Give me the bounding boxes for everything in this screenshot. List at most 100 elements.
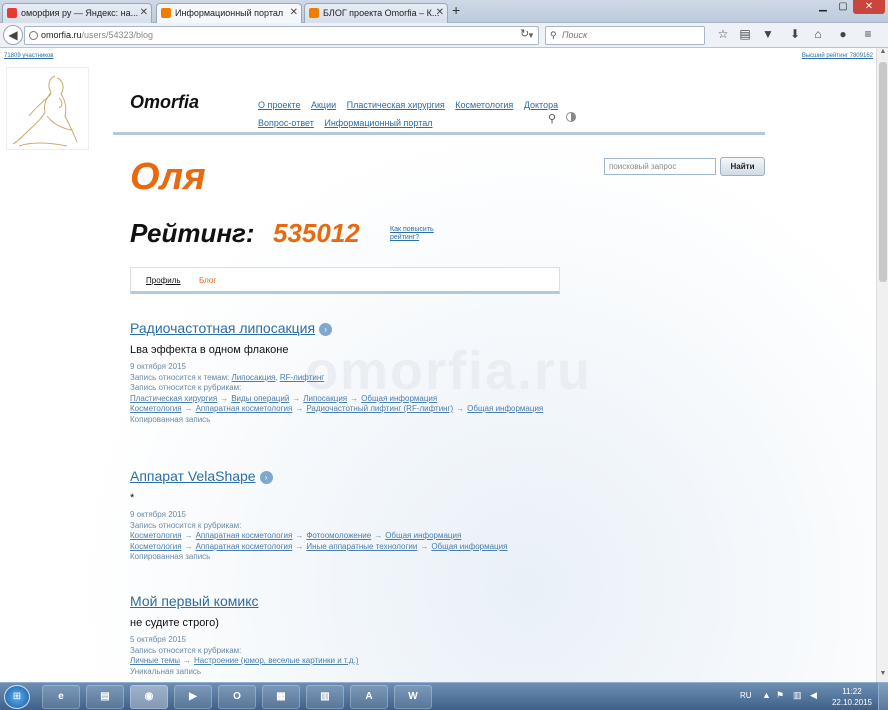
nav-doctors[interactable]: Доктора (524, 100, 558, 110)
clock-time[interactable]: 11:22 (838, 687, 866, 696)
rubric-link[interactable]: Аппаратная косметология (196, 531, 293, 540)
browser-search-input[interactable]: ⚲ Поиск (545, 26, 705, 45)
ie-icon[interactable]: e (42, 685, 80, 709)
arrow-icon: → (295, 541, 304, 551)
outlook-icon[interactable]: O (218, 685, 256, 709)
arrow-icon: → (420, 541, 429, 551)
rubric-link[interactable]: Общая информация (431, 542, 507, 551)
contrast-icon[interactable] (566, 112, 576, 122)
close-icon[interactable]: ✕ (436, 4, 444, 22)
rubric-link[interactable]: Общая информация (467, 404, 543, 413)
start-button[interactable]: ⊞ (4, 685, 30, 709)
nav-promotions[interactable]: Акции (311, 100, 336, 110)
play-circle-icon[interactable]: › (319, 323, 333, 336)
chat-icon[interactable]: ● (835, 27, 851, 41)
rubric-path: Косметология → Аппаратная косметология → Фот… (130, 531, 570, 542)
menu-icon[interactable]: ≡ (860, 27, 876, 41)
download-icon[interactable]: ⬇ (787, 27, 803, 41)
rubric-link[interactable]: Фотоомоложение (306, 531, 371, 540)
participants-count[interactable]: 71809 участников (4, 53, 53, 59)
rubric-link[interactable]: Аппаратная косметология (196, 404, 293, 413)
window-close-button[interactable]: ✕ (853, 0, 885, 14)
nav-info-portal[interactable]: Информационный портал (324, 118, 432, 128)
nav-about[interactable]: О проекте (258, 100, 300, 110)
minimize-button[interactable]: ▁ (813, 0, 833, 14)
bookmarks-list-icon[interactable]: ▤ (737, 27, 753, 41)
rubric-link[interactable]: Настроение (юмор, веселые картинки и т.д… (194, 656, 358, 665)
top-rating-link[interactable]: Высший рейтинг 7809162 (802, 53, 873, 59)
rubric-link[interactable]: Пластическая хирургия (130, 394, 217, 403)
nav-qa[interactable]: Вопрос-ответ (258, 118, 314, 128)
reload-icon[interactable]: ↻ (520, 27, 529, 40)
search-icon[interactable]: ⚲ (548, 112, 556, 125)
rubrics-label: Запись относится к рубрикам: (130, 645, 242, 655)
rubric-link[interactable]: Общая информация (361, 394, 437, 403)
arrow-icon: → (350, 393, 359, 403)
tab-profile[interactable]: Профиль (146, 276, 181, 285)
bookmark-star-icon[interactable]: ☆ (715, 27, 731, 41)
topic-link[interactable]: RF-лифтинг (280, 373, 324, 382)
play-circle-icon[interactable]: › (259, 471, 273, 484)
back-button[interactable]: ◀ (3, 25, 23, 45)
tray-expand-icon[interactable]: ▲ (762, 690, 771, 700)
blog-post: Мой первый комикс не судите строго) 5 ок… (130, 593, 570, 677)
rubric-link[interactable]: Виды операций (231, 394, 289, 403)
rubric-link[interactable]: Косметология (130, 404, 182, 413)
media-player-icon[interactable]: ▶ (174, 685, 212, 709)
tab-title: Информационный портал (175, 8, 284, 18)
scroll-down-icon[interactable]: ▼ (877, 670, 888, 682)
site-search-input[interactable]: поисковый запрос (604, 158, 716, 175)
arrow-icon: → (292, 393, 301, 403)
post-title[interactable]: Радиочастотная липосакция (130, 320, 315, 336)
omorfia-icon (309, 8, 319, 18)
scroll-thumb[interactable] (879, 62, 887, 282)
avatar[interactable] (6, 67, 89, 150)
tab-info-portal[interactable]: Информационный портал ✕ (156, 3, 302, 23)
post-meta: 9 октября 2015 Запись относится к рубрик… (130, 510, 570, 563)
pocket-icon[interactable]: ▼ (760, 27, 776, 41)
pdf-icon[interactable]: ▥ (306, 685, 344, 709)
rubric-path: Косметология → Аппаратная косметология → Рад… (130, 404, 570, 415)
tab-blog[interactable]: Блог (199, 276, 216, 285)
nav-cosmetology[interactable]: Косметология (455, 100, 513, 110)
globe-icon (29, 31, 38, 40)
close-icon[interactable]: ✕ (290, 4, 298, 22)
language-indicator[interactable]: RU (740, 691, 752, 700)
rubric-link[interactable]: Аппаратная косметология (196, 542, 293, 551)
scroll-up-icon[interactable]: ▲ (877, 48, 888, 60)
firefox-icon[interactable]: ◉ (130, 685, 168, 709)
maximize-button[interactable]: ▢ (833, 0, 853, 14)
flag-icon[interactable]: ⚑ (776, 690, 784, 701)
projects-icon[interactable]: ▦ (262, 685, 300, 709)
page-scrollbar[interactable]: ▲ ▼ (876, 48, 888, 682)
post-note: Копированная запись (130, 414, 211, 424)
rubric-link[interactable]: Иные аппаратные технологии (306, 542, 417, 551)
brand-logo[interactable]: Omorfia (130, 92, 199, 113)
clock-date[interactable]: 22.10.2015 (830, 698, 874, 707)
rubric-link[interactable]: Липосакция (303, 394, 347, 403)
site-search-button[interactable]: Найти (720, 157, 765, 176)
address-bar[interactable]: omorfia.ru/users/54323/blog ▼ (24, 26, 539, 45)
post-title[interactable]: Мой первый комикс (130, 593, 258, 609)
rubric-link[interactable]: Радиочастотный лифтинг (RF-лифтинг) (306, 404, 453, 413)
rating-label: Рейтинг: (130, 218, 255, 248)
show-desktop-button[interactable] (878, 683, 888, 710)
close-icon[interactable]: ✕ (140, 4, 148, 22)
new-tab-button[interactable]: + (452, 2, 460, 18)
tab-blog-omorfia[interactable]: БЛОГ проекта Omorfia – К... ✕ (304, 3, 448, 23)
vba-icon[interactable]: A (350, 685, 388, 709)
nav-plastic-surgery[interactable]: Пластическая хирургия (347, 100, 445, 110)
home-icon[interactable]: ⌂ (810, 27, 826, 41)
word-icon[interactable]: W (394, 685, 432, 709)
tab-yandex[interactable]: оморфия ру — Яндекс: на... ✕ (2, 3, 152, 23)
rubric-link[interactable]: Личные темы (130, 656, 180, 665)
topic-link[interactable]: Липосакция (232, 373, 276, 382)
post-title[interactable]: Аппарат VelaShape (130, 468, 256, 484)
rating-help-link[interactable]: Как повысить рейтинг? (390, 226, 450, 242)
explorer-icon[interactable]: ▤ (86, 685, 124, 709)
rubric-link[interactable]: Косметология (130, 542, 182, 551)
volume-icon[interactable]: ◀ (810, 690, 817, 701)
rubric-link[interactable]: Общая информация (385, 531, 461, 540)
rubric-link[interactable]: Косметология (130, 531, 182, 540)
network-icon[interactable]: ▥ (793, 690, 802, 701)
